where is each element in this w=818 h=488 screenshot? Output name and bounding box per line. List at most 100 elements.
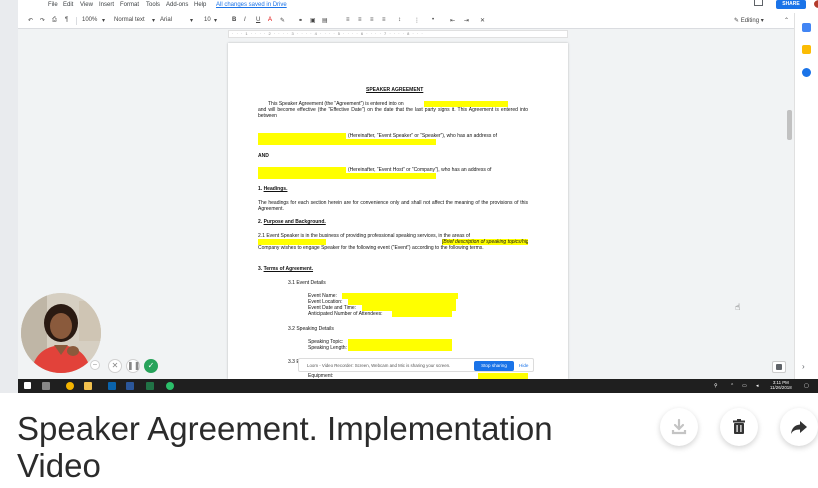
menu-format[interactable]: Format: [120, 2, 139, 8]
print-icon[interactable]: ⎙: [52, 17, 57, 24]
collapse-menu-icon[interactable]: ⌃: [784, 17, 789, 24]
finish-recording-button[interactable]: ✓: [144, 359, 158, 373]
docs-menu-bar: File Edit View Insert Format Tools Add-o…: [18, 0, 818, 13]
notifications-icon[interactable]: ▢: [804, 383, 809, 389]
comment-add-icon[interactable]: ▣: [310, 17, 316, 24]
loom-icon[interactable]: [166, 382, 174, 390]
attendees-field[interactable]: [392, 311, 452, 317]
subsection-3-1: 3.1 Event Details: [288, 280, 326, 286]
paint-format-icon[interactable]: ¶: [65, 17, 68, 23]
video-title: Speaker Agreement. Implementation Video: [17, 410, 553, 484]
editing-mode-label: Editing: [740, 18, 760, 24]
chevron-right-icon[interactable]: ›: [802, 362, 805, 371]
keep-icon[interactable]: [802, 45, 811, 54]
align-justify-icon[interactable]: ≡: [382, 17, 386, 23]
file-explorer-icon[interactable]: [84, 382, 92, 390]
section-number: 3.: [258, 266, 263, 272]
minimize-webcam-button[interactable]: –: [90, 360, 100, 370]
numbered-list-icon[interactable]: ⋮: [414, 17, 420, 24]
stop-sharing-button[interactable]: Stop sharing: [474, 361, 514, 371]
hide-button[interactable]: Hide: [519, 363, 528, 368]
link-icon[interactable]: ⚭: [298, 17, 303, 24]
docs-share-button[interactable]: SHARE: [776, 0, 806, 9]
redo-icon[interactable]: ↷: [40, 17, 45, 24]
align-right-icon[interactable]: ≡: [370, 17, 374, 23]
zoom-select[interactable]: 100%: [82, 17, 97, 23]
comment-icon[interactable]: [754, 0, 763, 6]
chrome-icon[interactable]: [66, 382, 74, 390]
font-size-select[interactable]: 10: [204, 17, 211, 23]
section-3-heading: 3. Terms of Agreement.: [258, 266, 313, 272]
clear-formatting-icon[interactable]: ✕: [480, 17, 485, 24]
outlook-icon[interactable]: [108, 382, 116, 390]
share-arrow-icon: [791, 421, 807, 434]
menu-addons[interactable]: Add-ons: [166, 2, 188, 8]
menu-edit[interactable]: Edit: [63, 2, 73, 8]
increase-indent-icon[interactable]: ⇥: [464, 17, 469, 24]
decrease-indent-icon[interactable]: ⇤: [450, 17, 455, 24]
tasks-icon[interactable]: [802, 68, 811, 77]
cancel-recording-button[interactable]: ✕: [108, 359, 122, 373]
bulleted-list-icon[interactable]: •: [432, 17, 434, 23]
presenter-portrait: [21, 293, 101, 373]
video-player: File Edit View Insert Format Tools Add-o…: [0, 0, 818, 488]
style-select[interactable]: Normal text: [114, 17, 145, 23]
clock-date: 11/26/2018: [770, 385, 792, 390]
ruler-ticks: · · · 1 · · · · 2 · · · · 3 · · · · 4 · …: [232, 31, 424, 36]
document-page[interactable]: SPEAKER AGREEMENT This Speaker Agreement…: [228, 43, 568, 379]
save-status-link[interactable]: All changes saved in Drive: [216, 2, 287, 8]
align-center-icon[interactable]: ≡: [358, 17, 362, 23]
section-title: Purpose and Background.: [263, 219, 326, 225]
section-2-text-b: Company wishes to engage Speaker for the…: [258, 245, 484, 251]
underline-icon[interactable]: U: [256, 17, 260, 23]
text-color-icon[interactable]: A: [268, 17, 272, 23]
image-icon[interactable]: ▤: [322, 17, 328, 24]
webcam-bubble[interactable]: [21, 293, 101, 373]
section-number: 2.: [258, 219, 263, 225]
ruler: · · · 1 · · · · 2 · · · · 3 · · · · 4 · …: [18, 29, 794, 39]
menu-tools[interactable]: Tools: [146, 2, 160, 8]
chevron-down-icon: ▾: [214, 18, 218, 24]
menu-file[interactable]: File: [48, 2, 58, 8]
bold-icon[interactable]: B: [232, 17, 236, 23]
menu-view[interactable]: View: [80, 2, 93, 8]
section-1-text: The headings for each section herein are…: [258, 200, 528, 212]
tray-person-icon[interactable]: ⚲: [714, 383, 718, 389]
volume-icon[interactable]: ◂: [756, 383, 759, 389]
section-2-heading: 2. Purpose and Background.: [258, 219, 326, 225]
line-spacing-icon[interactable]: ↕: [398, 17, 401, 23]
pause-recording-button[interactable]: ❚❚: [126, 359, 140, 373]
document-scrollbar[interactable]: [787, 110, 792, 140]
section-1-heading: 1. Headings.: [258, 186, 287, 192]
speaking-length-field[interactable]: [348, 345, 452, 351]
windows-start-icon[interactable]: [24, 382, 31, 389]
video-frame[interactable]: File Edit View Insert Format Tools Add-o…: [0, 0, 818, 393]
excel-icon[interactable]: [146, 382, 154, 390]
network-icon[interactable]: ▭: [742, 383, 747, 389]
align-left-icon[interactable]: ≡: [346, 17, 350, 23]
account-avatar[interactable]: [814, 0, 818, 8]
taskbar-clock[interactable]: 3:11 PM 11/26/2018: [770, 380, 792, 390]
section-number: 1.: [258, 186, 263, 192]
menu-help[interactable]: Help: [194, 2, 206, 8]
font-select[interactable]: Arial: [160, 17, 172, 23]
screen-share-bar: Loom - Video Recorder: Screen, Webcam an…: [298, 358, 534, 372]
attendees-label: Anticipated Number of Attendees:: [308, 311, 383, 317]
chevron-down-icon: ▾: [152, 18, 156, 24]
explore-button[interactable]: [772, 361, 786, 373]
calendar-icon[interactable]: [802, 23, 811, 32]
undo-icon[interactable]: ↶: [28, 17, 33, 24]
docs-toolbar: ↶ ↷ ⎙ ¶ 100% ▾ Normal text ▾ Arial ▾ 10 …: [18, 13, 794, 29]
word-icon[interactable]: [126, 382, 134, 390]
editing-mode-select[interactable]: ✎ Editing ▾: [734, 17, 764, 24]
host-address-blank[interactable]: [258, 173, 436, 179]
tray-chevron-up-icon[interactable]: ⌃: [730, 383, 734, 389]
italic-icon[interactable]: I: [244, 17, 246, 23]
menu-insert[interactable]: Insert: [99, 2, 114, 8]
delete-button[interactable]: [720, 408, 758, 446]
download-button[interactable]: [660, 408, 698, 446]
share-button[interactable]: [780, 408, 818, 446]
speaker-address-blank[interactable]: [258, 139, 436, 145]
highlight-icon[interactable]: ✎: [280, 17, 285, 24]
task-view-icon[interactable]: [42, 382, 50, 390]
